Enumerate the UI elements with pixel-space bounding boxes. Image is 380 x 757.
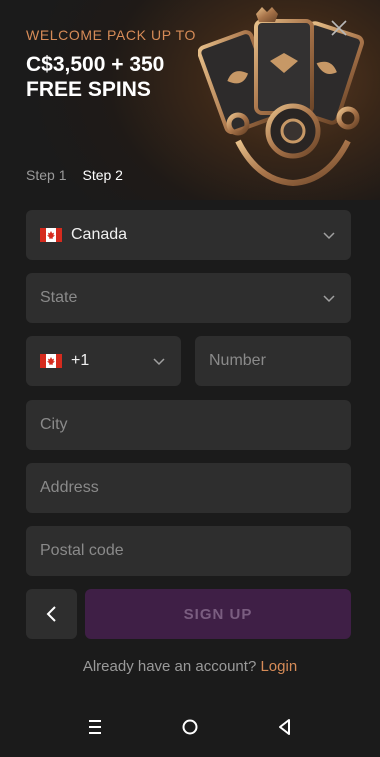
chevron-down-icon (153, 358, 165, 366)
step-1[interactable]: Step 1 (26, 167, 66, 183)
postal-placeholder: Postal code (40, 542, 124, 559)
postal-code-input[interactable]: Postal code (26, 526, 351, 576)
system-navigation-bar (0, 700, 380, 757)
phone-code-value: +1 (71, 352, 90, 369)
city-input[interactable]: City (26, 400, 351, 450)
chevron-down-icon (323, 232, 335, 240)
phone-number-input[interactable]: Number (195, 336, 351, 386)
promo-line-1: C$3,500 + 350 (26, 53, 165, 76)
country-value: Canada (71, 226, 128, 243)
city-placeholder: City (40, 416, 68, 433)
close-icon[interactable] (329, 18, 349, 38)
canada-flag-icon (40, 228, 62, 242)
address-input[interactable]: Address (26, 463, 351, 513)
chevron-down-icon (323, 295, 335, 303)
state-placeholder: State (40, 289, 78, 306)
address-placeholder: Address (40, 479, 99, 496)
country-select[interactable]: Canada (26, 210, 351, 260)
login-prompt: Already have an account? (82, 658, 257, 675)
login-prompt-line: Already have an account? Login (0, 658, 380, 675)
promo-headline: C$3,500 + 350 FREE SPINS (26, 52, 226, 102)
canada-flag-icon (40, 354, 62, 368)
phone-code-select[interactable]: +1 (26, 336, 181, 386)
sign-up-button[interactable]: SIGN UP (85, 589, 351, 639)
login-link[interactable]: Login (260, 658, 297, 675)
back-triangle-icon[interactable] (273, 715, 297, 739)
chevron-left-icon (46, 606, 56, 622)
home-circle-icon[interactable] (178, 715, 202, 739)
menu-icon[interactable] (83, 715, 107, 739)
step-2: Step 2 (82, 167, 123, 183)
back-button[interactable] (26, 589, 77, 639)
promo-line-2: FREE SPINS (26, 78, 151, 101)
number-placeholder: Number (209, 352, 266, 369)
step-indicator: Step 1 Step 2 (26, 167, 123, 183)
state-select[interactable]: State (26, 273, 351, 323)
welcome-label: WELCOME PACK UP TO (26, 27, 197, 43)
